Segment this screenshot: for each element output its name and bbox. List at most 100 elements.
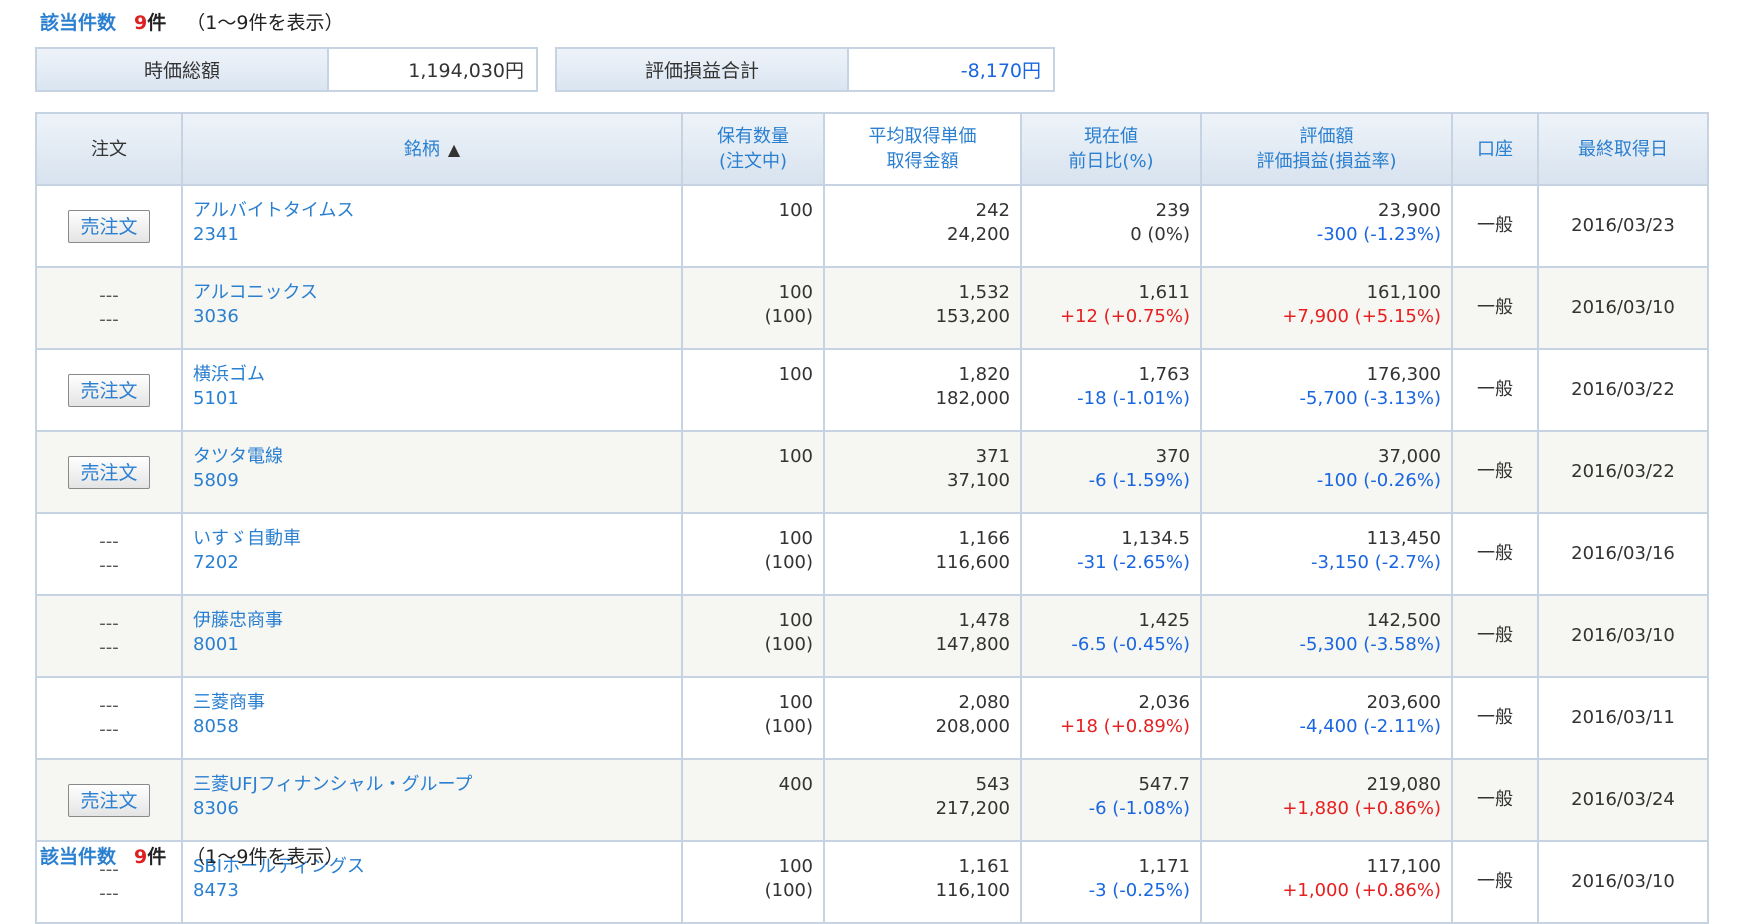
- last-acquired-date: 2016/03/16: [1537, 512, 1709, 596]
- last-acquired-date: 2016/03/23: [1537, 184, 1709, 268]
- unrealized-pl: -4,400 (-2.11%): [1299, 716, 1441, 737]
- day-change: -6 (-1.08%): [1088, 798, 1190, 819]
- pending-quantity: (100): [764, 306, 813, 327]
- day-change: -6 (-1.59%): [1088, 470, 1190, 491]
- acquisition-amount: 116,600: [935, 552, 1010, 573]
- avg-price-cell: 1,820 182,000: [823, 348, 1022, 432]
- sell-order-button[interactable]: 売注文: [68, 209, 150, 243]
- valuation-amount: 113,450: [1366, 528, 1441, 549]
- last-acquired-date: 2016/03/22: [1537, 430, 1709, 514]
- result-count-unit: 件: [147, 846, 167, 868]
- valuation-cell: 23,900 -300 (-1.23%): [1200, 184, 1453, 268]
- valuation-amount: 161,100: [1366, 282, 1441, 303]
- avg-acquisition-price: 1,820: [958, 364, 1010, 385]
- acquisition-amount: 24,200: [947, 224, 1010, 245]
- col-header-current-price[interactable]: 現在値 前日比(%): [1020, 112, 1202, 186]
- last-acquired-date: 2016/03/10: [1537, 594, 1709, 678]
- avg-price-cell: 371 37,100: [823, 430, 1022, 514]
- stock-code-link[interactable]: 3036: [193, 305, 671, 329]
- quantity-cell: 100 (100): [681, 840, 825, 924]
- name-cell: 三菱商事 8058: [181, 676, 683, 760]
- unrealized-pl: -5,700 (-3.13%): [1299, 388, 1441, 409]
- stock-code-link[interactable]: 2341: [193, 223, 671, 247]
- day-change: +12 (+0.75%): [1059, 306, 1190, 327]
- day-change: -6.5 (-0.45%): [1071, 634, 1190, 655]
- acquisition-amount: 208,000: [935, 716, 1010, 737]
- holding-quantity: 100: [778, 200, 813, 221]
- stock-code-link[interactable]: 8058: [193, 715, 671, 739]
- stock-code-link[interactable]: 7202: [193, 551, 671, 575]
- market-value-box: 時価総額 1,194,030円: [35, 47, 538, 92]
- result-count-label: 該当件数: [40, 12, 117, 34]
- avg-acquisition-price: 1,166: [958, 528, 1010, 549]
- stock-name-link[interactable]: 横浜ゴム: [193, 363, 671, 387]
- account-type: 一般: [1451, 512, 1539, 596]
- stock-name-link[interactable]: アルバイトタイムス: [193, 199, 671, 223]
- valuation-amount: 23,900: [1378, 200, 1441, 221]
- holding-quantity: 100: [778, 528, 813, 549]
- order-cell: 売注文: [35, 348, 183, 432]
- col-header-name[interactable]: 銘柄 ▲: [181, 112, 683, 186]
- col-header-valuation[interactable]: 評価額 評価損益(損益率): [1200, 112, 1453, 186]
- holding-quantity: 100: [778, 856, 813, 877]
- name-cell: タツタ電線 5809: [181, 430, 683, 514]
- stock-code-link[interactable]: 5101: [193, 387, 671, 411]
- col-header-avg-price[interactable]: 平均取得単価 取得金額: [823, 112, 1022, 186]
- valuation-cell: 176,300 -5,700 (-3.13%): [1200, 348, 1453, 432]
- order-unavailable: ---: [99, 719, 119, 740]
- stock-code-link[interactable]: 5809: [193, 469, 671, 493]
- quantity-cell: 400: [681, 758, 825, 842]
- stock-name-link[interactable]: タツタ電線: [193, 445, 671, 469]
- sell-order-button[interactable]: 売注文: [68, 783, 150, 817]
- quantity-cell: 100: [681, 348, 825, 432]
- holding-quantity: 100: [778, 692, 813, 713]
- stock-code-link[interactable]: 8001: [193, 633, 671, 657]
- unrealized-pl: -3,150 (-2.7%): [1310, 552, 1441, 573]
- sell-order-button[interactable]: 売注文: [68, 455, 150, 489]
- stock-name-link[interactable]: アルコニックス: [193, 281, 671, 305]
- last-acquired-date: 2016/03/24: [1537, 758, 1709, 842]
- valuation-cell: 113,450 -3,150 (-2.7%): [1200, 512, 1453, 596]
- avg-price-cell: 1,161 116,100: [823, 840, 1022, 924]
- valuation-cell: 219,080 +1,880 (+0.86%): [1200, 758, 1453, 842]
- table-row: --- --- アルコニックス 3036 100 (100) 1,532 153,200 1,6…: [35, 266, 1709, 350]
- account-type: 一般: [1451, 594, 1539, 678]
- sort-ascending-icon[interactable]: ▲: [448, 140, 460, 159]
- current-price-cell: 1,171 -3 (-0.25%): [1020, 840, 1202, 924]
- avg-price-cell: 1,166 116,600: [823, 512, 1022, 596]
- acquisition-amount: 182,000: [935, 388, 1010, 409]
- stock-name-link[interactable]: 三菱商事: [193, 691, 671, 715]
- stock-name-link[interactable]: 伊藤忠商事: [193, 609, 671, 633]
- stock-code-link[interactable]: 8306: [193, 797, 671, 821]
- table-row: --- --- 伊藤忠商事 8001 100 (100) 1,478 147,800 1,425…: [35, 594, 1709, 678]
- unrealized-pl: -5,300 (-3.58%): [1299, 634, 1441, 655]
- table-header-row: 注文 銘柄 ▲ 保有数量 (注文中) 平均取得単価 取得金額 現在値 前日比(%) 評価…: [35, 112, 1709, 186]
- stock-name-link[interactable]: いすゞ自動車: [193, 527, 671, 551]
- col-header-last-date[interactable]: 最終取得日: [1537, 112, 1709, 186]
- col-header-quantity[interactable]: 保有数量 (注文中): [681, 112, 825, 186]
- account-type: 一般: [1451, 676, 1539, 760]
- order-cell: --- ---: [35, 266, 183, 350]
- table-row: 売注文 三菱UFJフィナンシャル・グループ 8306 400 543 217,200 547…: [35, 758, 1709, 842]
- valuation-amount: 176,300: [1366, 364, 1441, 385]
- valuation-amount: 142,500: [1366, 610, 1441, 631]
- table-row: 売注文 横浜ゴム 5101 100 1,820 182,000 1,763 -18 (-1.0…: [35, 348, 1709, 432]
- valuation-cell: 37,000 -100 (-0.26%): [1200, 430, 1453, 514]
- acquisition-amount: 116,100: [935, 880, 1010, 901]
- holding-quantity: 100: [778, 282, 813, 303]
- day-change: +18 (+0.89%): [1059, 716, 1190, 737]
- stock-code-link[interactable]: 8473: [193, 879, 671, 903]
- holding-quantity: 100: [778, 446, 813, 467]
- unrealized-pl: +1,880 (+0.86%): [1282, 798, 1441, 819]
- order-unavailable: ---: [99, 637, 119, 658]
- market-value-amount: 1,194,030円: [329, 49, 536, 90]
- sell-order-button[interactable]: 売注文: [68, 373, 150, 407]
- result-count-number: 9: [134, 846, 148, 868]
- result-count-bottom: 該当件数 9件 （1～9件を表示）: [40, 842, 343, 869]
- account-type: 一般: [1451, 266, 1539, 350]
- pending-quantity: (100): [764, 880, 813, 901]
- col-header-account[interactable]: 口座: [1451, 112, 1539, 186]
- current-price-cell: 1,611 +12 (+0.75%): [1020, 266, 1202, 350]
- stock-name-link[interactable]: 三菱UFJフィナンシャル・グループ: [193, 773, 671, 797]
- holdings-table: 注文 銘柄 ▲ 保有数量 (注文中) 平均取得単価 取得金額 現在値 前日比(%) 評価…: [35, 112, 1709, 924]
